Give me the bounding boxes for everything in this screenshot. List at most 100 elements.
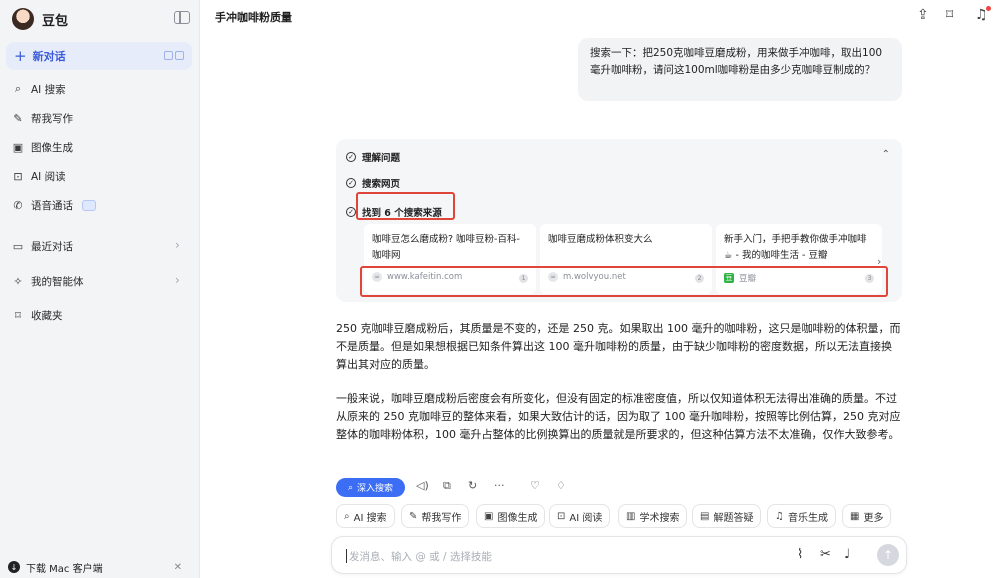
brand-name: 豆包: [42, 13, 69, 29]
sidebar-item-label: AI 阅读: [31, 170, 66, 183]
skill-label: AI 阅读: [569, 512, 603, 524]
sidebar-item-label: AI 搜索: [31, 83, 66, 96]
sidebar: 豆包 + 新对话 ⌕ AI 搜索 ✎ 帮我写作 ▣ 图像生成 ⊡ AI 阅读 ✆…: [0, 0, 200, 578]
step-understand: ✓ 理解问题: [346, 150, 400, 164]
sidebar-item-label: 收藏夹: [31, 309, 63, 322]
pen-icon: ✎: [409, 510, 418, 522]
more-icon[interactable]: ···: [494, 479, 505, 492]
check-icon: ✓: [346, 207, 356, 217]
avatar: [12, 8, 34, 30]
reader-icon: ⊡: [13, 169, 23, 183]
chat-bubble-icon: ▭: [12, 239, 24, 253]
sidebar-item-recent[interactable]: ▭ 最近对话: [12, 236, 73, 256]
sidebar-item-label: 帮我写作: [31, 112, 73, 125]
sidebar-item-label: 语音通话: [31, 199, 73, 212]
thumbs-up-icon[interactable]: ♡: [530, 479, 540, 492]
skill-chip-academic[interactable]: ▥ 学术搜索: [618, 504, 688, 528]
skill-label: 更多: [863, 512, 884, 524]
speaker-icon[interactable]: ◁): [416, 479, 429, 492]
search-icon: ⌕: [344, 510, 350, 522]
new-chat-button[interactable]: + 新对话: [6, 42, 192, 70]
shortcut-keys-icon: [164, 51, 184, 60]
skill-chip-image-gen[interactable]: ▣ 图像生成: [476, 504, 546, 528]
check-icon: ✓: [346, 152, 356, 162]
new-badge-icon: [82, 199, 96, 211]
download-client-banner[interactable]: ↓ 下载 Mac 客户端 ✕: [8, 557, 192, 577]
download-icon: ↓: [8, 561, 20, 573]
sidebar-item-agents[interactable]: ✧ 我的智能体: [12, 271, 84, 291]
skill-label: 图像生成: [497, 512, 538, 524]
music-icon: ♫: [775, 510, 784, 522]
skill-chip-ai-search[interactable]: ⌕ AI 搜索: [336, 504, 395, 528]
image-icon: ▣: [484, 510, 494, 522]
bookmark-add-icon[interactable]: ⌑: [946, 7, 953, 23]
solve-icon: ▤: [700, 510, 710, 522]
deep-search-label: 深入搜索: [357, 484, 394, 494]
scissors-icon[interactable]: ✂: [820, 547, 831, 562]
answer-paragraph: 250 克咖啡豆磨成粉后，其质量是不变的，还是 250 克。如果取出 100 毫…: [336, 322, 901, 371]
skill-label: 音乐生成: [787, 512, 828, 524]
close-icon[interactable]: ✕: [174, 562, 182, 573]
step-search-web: ✓ 搜索网页: [346, 176, 400, 190]
text-caret: [346, 549, 347, 563]
regenerate-icon[interactable]: ↻: [468, 479, 477, 492]
check-icon: ✓: [346, 178, 356, 188]
book-icon: ▥: [626, 510, 636, 522]
reader-icon: ⊡: [557, 510, 566, 522]
sparkle-icon: ✧: [13, 274, 23, 288]
chevron-up-icon[interactable]: ⌃: [882, 149, 890, 160]
share-icon[interactable]: ⇪: [917, 7, 929, 23]
input-placeholder: 发消息、输入 @ 或 / 选择技能: [349, 551, 492, 563]
collapse-sidebar-icon[interactable]: [174, 11, 190, 24]
source-title: 咖啡豆怎么磨成粉? 咖啡豆粉-百科-咖啡网: [372, 234, 520, 261]
search-icon: ⌕: [14, 82, 22, 95]
download-label: 下载 Mac 客户端: [26, 563, 103, 575]
page-title: 手冲咖啡粉质量: [215, 11, 292, 24]
sidebar-item-favorites[interactable]: ⌑ 收藏夹: [12, 305, 63, 325]
new-chat-label: 新对话: [32, 50, 66, 63]
message-input[interactable]: 发消息、输入 @ 或 / 选择技能 ⌇ ✂ ♩ ↑: [331, 536, 907, 574]
sidebar-item-writing[interactable]: ✎ 帮我写作: [12, 108, 73, 128]
chevron-right-icon[interactable]: ›: [175, 238, 180, 252]
sidebar-item-label: 最近对话: [31, 240, 73, 253]
bookmark-icon: ⌑: [15, 308, 21, 322]
highlight-box: [360, 266, 888, 297]
skill-label: 解题答疑: [713, 512, 754, 524]
skill-label: AI 搜索: [353, 512, 387, 524]
source-title: 新手入门，手把手教你做手冲咖啡☕ - 我的咖啡生活 - 豆瓣: [724, 234, 867, 261]
brand[interactable]: 豆包: [12, 6, 68, 32]
step-label: 搜索网页: [362, 179, 401, 190]
copy-icon[interactable]: ⧉: [443, 479, 451, 493]
pen-icon: ✎: [13, 111, 23, 125]
send-button[interactable]: ↑: [877, 544, 899, 566]
thumbs-down-icon[interactable]: ♢: [556, 479, 566, 492]
attachment-icon[interactable]: ⌇: [797, 547, 803, 562]
step-label: 理解问题: [362, 153, 401, 164]
source-title: 咖啡豆磨成粉体积变大么: [548, 234, 653, 245]
sidebar-item-label: 我的智能体: [31, 275, 84, 288]
skill-label: 帮我写作: [421, 512, 462, 524]
skill-chip-solve[interactable]: ▤ 解题答疑: [692, 504, 762, 528]
chevron-right-icon[interactable]: ›: [175, 273, 180, 287]
notification-dot: [986, 6, 991, 11]
skill-label: 学术搜索: [639, 512, 680, 524]
deep-search-button[interactable]: ⌕ 深入搜索: [336, 478, 405, 497]
sidebar-item-image-gen[interactable]: ▣ 图像生成: [12, 137, 73, 157]
sidebar-item-ai-reading[interactable]: ⊡ AI 阅读: [12, 166, 66, 186]
grid-icon: ▦: [850, 510, 860, 522]
skill-chip-music[interactable]: ♫ 音乐生成: [767, 504, 836, 528]
phone-icon: ✆: [13, 198, 23, 212]
highlight-box: [356, 192, 455, 220]
answer-paragraph: 一般来说，咖啡豆磨成粉后密度会有所变化，但没有固定的标准密度值，所以仅知道体积无…: [336, 392, 901, 441]
sidebar-item-label: 图像生成: [31, 141, 73, 154]
skill-chip-more[interactable]: ▦ 更多: [842, 504, 892, 528]
sidebar-item-ai-search[interactable]: ⌕ AI 搜索: [12, 79, 66, 99]
skill-chip-ai-reading[interactable]: ⊡ AI 阅读: [549, 504, 611, 528]
image-icon: ▣: [12, 140, 24, 154]
user-message: 搜索一下：把250克咖啡豆磨成粉，用来做手冲咖啡，取出100毫升咖啡粉，请问这1…: [578, 38, 902, 101]
sidebar-item-voice-call[interactable]: ✆ 语音通话: [12, 195, 96, 215]
plus-icon: +: [14, 47, 27, 65]
microphone-icon[interactable]: ♩: [844, 547, 850, 562]
skill-chip-writing[interactable]: ✎ 帮我写作: [401, 504, 470, 528]
search-icon: ⌕: [347, 482, 354, 493]
